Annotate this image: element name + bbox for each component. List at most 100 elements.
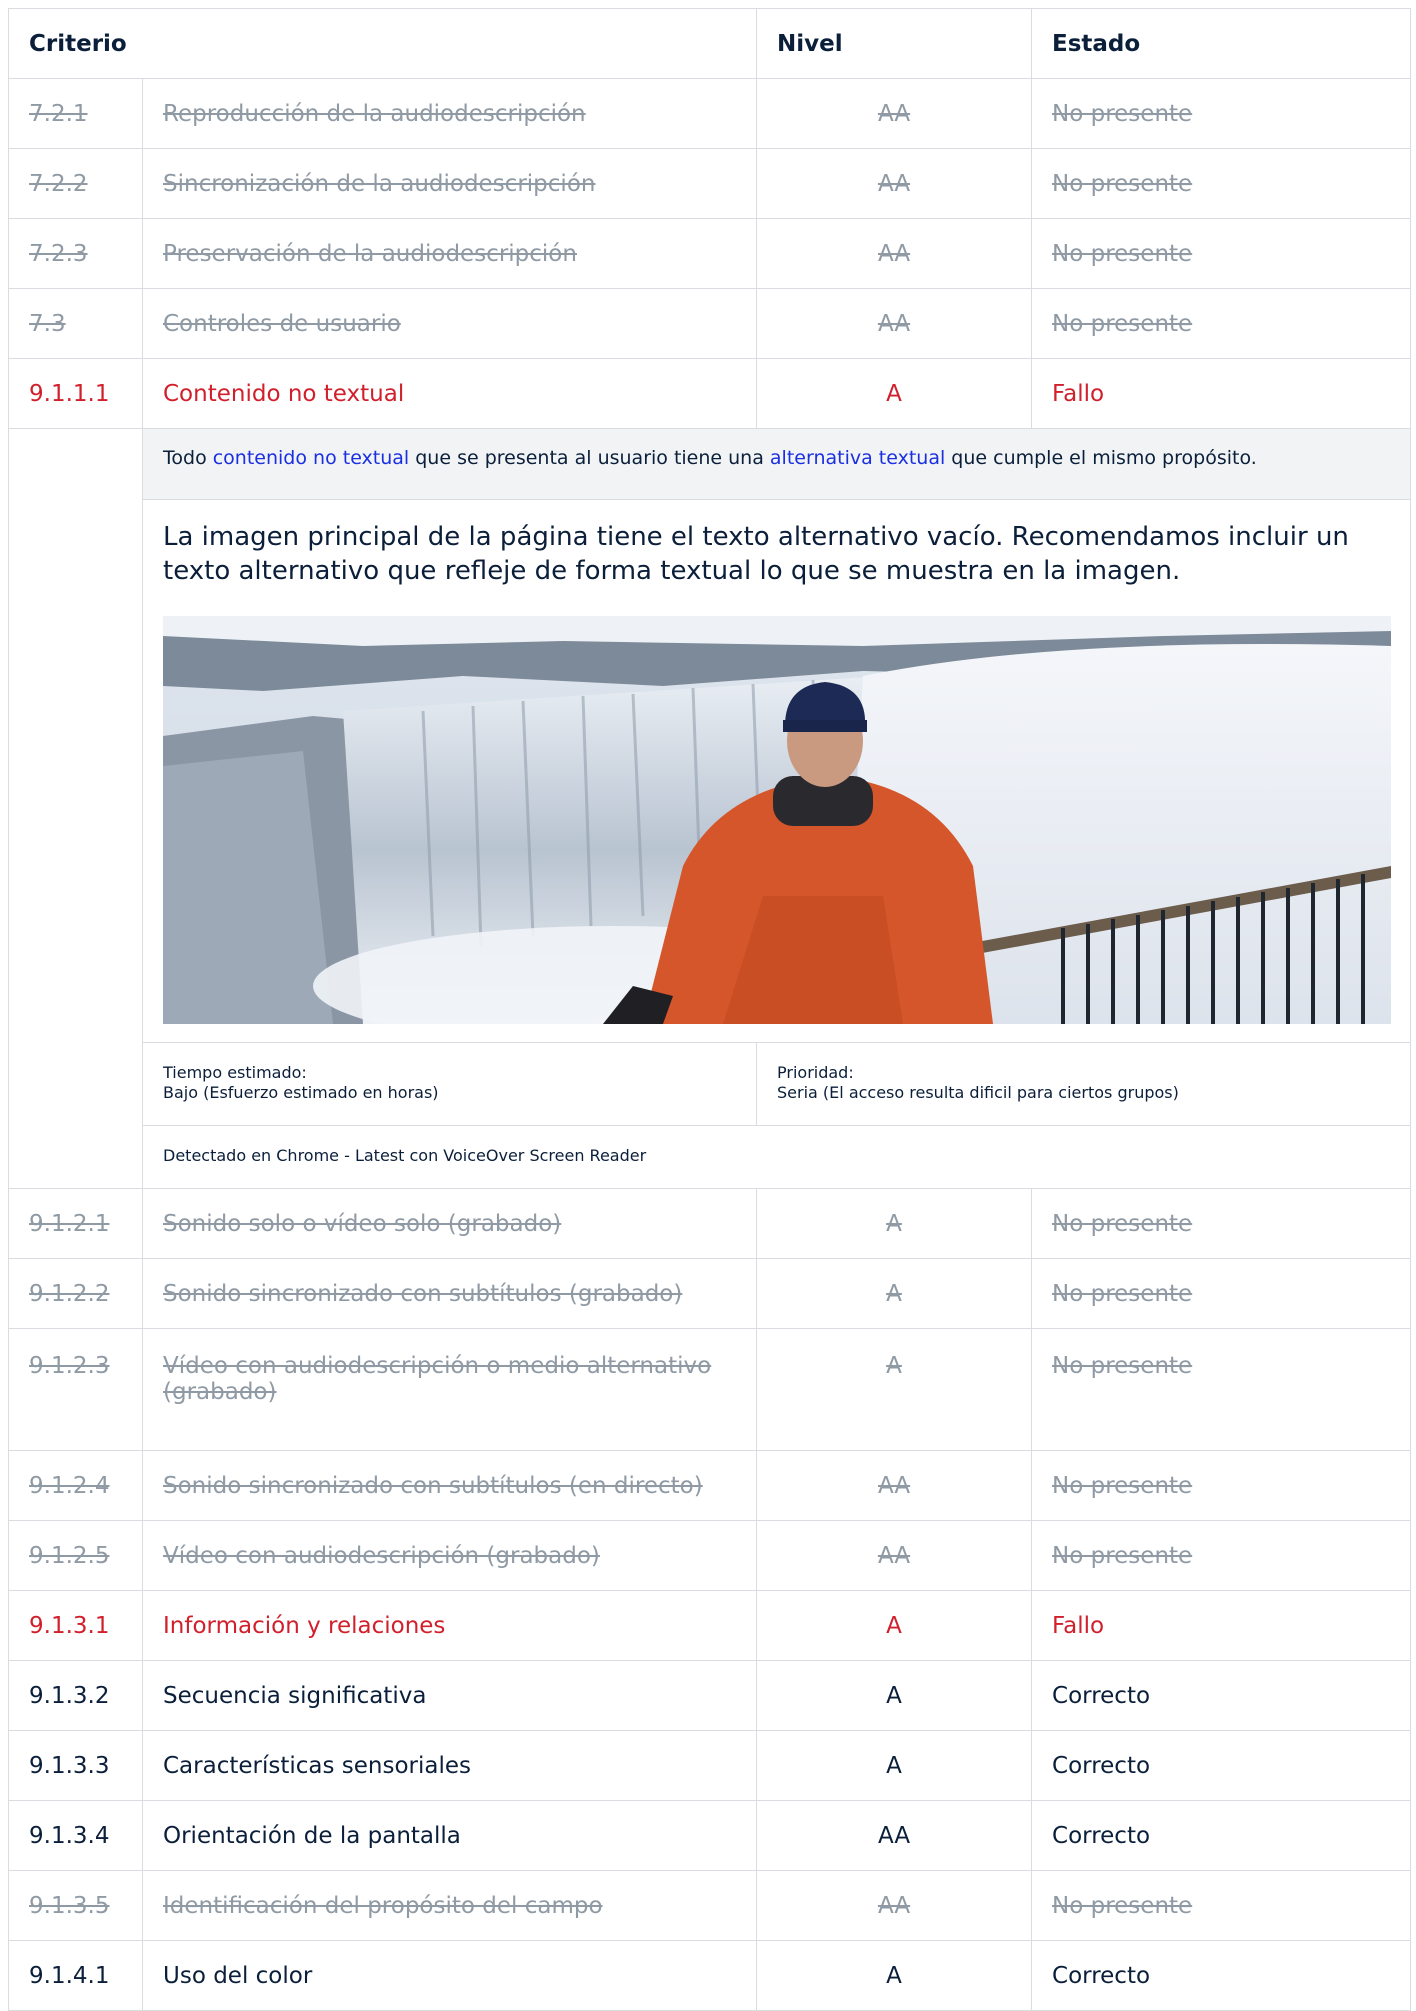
criterion-status: Correcto [1031, 1800, 1412, 1871]
waterfall-photo [163, 616, 1391, 1024]
table-row: 9.1.3.3 Características sensoriales A Co… [8, 1730, 1412, 1801]
criterion-level: A [756, 1328, 1033, 1451]
screenshot-image-cell [141, 616, 1412, 1043]
header-estado: Estado [1031, 8, 1412, 79]
criterion-id: 9.1.2.3 [8, 1328, 143, 1451]
criterion-id: 9.1.2.5 [8, 1520, 143, 1591]
criterion-status: No presente [1031, 78, 1412, 149]
detail-spacer [8, 1125, 143, 1189]
table-row: 9.1.3.2 Secuencia significativa A Correc… [8, 1660, 1412, 1731]
criterion-name: Sincronización de la audiodescripción [141, 148, 758, 219]
criterion-id: 9.1.2.4 [8, 1450, 143, 1521]
table-row: 9.1.3.5 Identificación del propósito del… [8, 1870, 1412, 1941]
criterion-name: Sonido sincronizado con subtítulos (en d… [141, 1450, 758, 1521]
criterion-level: A [756, 1258, 1033, 1329]
priority-value: Seria (El acceso resulta dificil para ci… [777, 1083, 1179, 1102]
detail-image-row [8, 616, 1412, 1043]
detail-meta-row: Tiempo estimado: Bajo (Esfuerzo estimado… [8, 1042, 1412, 1126]
criterion-status: Fallo [1031, 1590, 1412, 1661]
criterion-level: AA [756, 78, 1033, 149]
criterion-name: Vídeo con audiodescripción o medio alter… [141, 1328, 758, 1451]
detail-spacer [8, 428, 143, 500]
criterion-id: 7.2.1 [8, 78, 143, 149]
criterion-id: 9.1.3.5 [8, 1870, 143, 1941]
criterion-name: Identificación del propósito del campo [141, 1870, 758, 1941]
criterion-id: 9.1.2.2 [8, 1258, 143, 1329]
table-row: 9.1.2.3 Vídeo con audiodescripción o med… [8, 1328, 1412, 1451]
criterion-name: Sonido sincronizado con subtítulos (grab… [141, 1258, 758, 1329]
description-text: Todo [163, 447, 213, 469]
criterion-name: Sonido solo o vídeo solo (grabado) [141, 1188, 758, 1259]
criterion-id: 9.1.1.1 [8, 358, 143, 429]
criterion-id: 9.1.2.1 [8, 1188, 143, 1259]
table-row: 7.2.1 Reproducción de la audiodescripció… [8, 78, 1412, 149]
criterion-name: Secuencia significativa [141, 1660, 758, 1731]
criterion-level: A [756, 1730, 1033, 1801]
criterion-level: A [756, 1590, 1033, 1661]
criterion-level: AA [756, 1450, 1033, 1521]
table-row: 9.1.3.4 Orientación de la pantalla AA Co… [8, 1800, 1412, 1871]
criterion-status: No presente [1031, 1450, 1412, 1521]
criterion-name: Vídeo con audiodescripción (grabado) [141, 1520, 758, 1591]
table-row: 7.2.3 Preservación de la audiodescripció… [8, 218, 1412, 289]
criterion-name: Contenido no textual [141, 358, 758, 429]
criterion-level: AA [756, 288, 1033, 359]
criterion-level: A [756, 1940, 1033, 2011]
criterion-level: A [756, 1660, 1033, 1731]
criterion-id: 9.1.3.3 [8, 1730, 143, 1801]
criterion-name: Características sensoriales [141, 1730, 758, 1801]
criterion-id: 9.1.3.1 [8, 1590, 143, 1661]
table-row-expanded[interactable]: 9.1.1.1 Contenido no textual A Fallo [8, 358, 1412, 429]
criterion-name: Preservación de la audiodescripción [141, 218, 758, 289]
criterion-status: No presente [1031, 1870, 1412, 1941]
criterion-id: 7.2.2 [8, 148, 143, 219]
criterion-name: Información y relaciones [141, 1590, 758, 1661]
criterion-id: 7.2.3 [8, 218, 143, 289]
priority: Prioridad: Seria (El acceso resulta difi… [756, 1042, 1412, 1126]
table-row: 9.1.4.1 Uso del color A Correcto [8, 1940, 1412, 2011]
criterion-status: No presente [1031, 218, 1412, 289]
priority-label: Prioridad: [777, 1063, 854, 1082]
table-row[interactable]: 9.1.3.1 Información y relaciones A Fallo [8, 1590, 1412, 1661]
criterion-id: 9.1.4.1 [8, 1940, 143, 2011]
detected-environment: Detectado en Chrome - Latest con VoiceOv… [141, 1125, 1412, 1189]
description-text: que cumple el mismo propósito. [945, 447, 1257, 469]
table-row: 9.1.2.5 Vídeo con audiodescripción (grab… [8, 1520, 1412, 1591]
criterion-status: Fallo [1031, 358, 1412, 429]
header-criterio: Criterio [7, 8, 758, 79]
criteria-table: Criterio Nivel Estado 7.2.1 Reproducción… [7, 8, 1412, 2011]
criterion-level: AA [756, 1800, 1033, 1871]
criterion-status: No presente [1031, 148, 1412, 219]
criterion-status: Correcto [1031, 1940, 1412, 2011]
link-contenido-no-textual[interactable]: contenido no textual [213, 447, 409, 469]
detail-spacer [8, 499, 143, 616]
criterion-status: No presente [1031, 288, 1412, 359]
table-header: Criterio Nivel Estado [7, 8, 1412, 79]
table-row: 9.1.2.4 Sonido sincronizado con subtítul… [8, 1450, 1412, 1521]
criterion-id: 7.3 [8, 288, 143, 359]
criterion-name: Uso del color [141, 1940, 758, 2011]
criterion-level: A [756, 358, 1033, 429]
criterion-name: Reproducción de la audiodescripción [141, 78, 758, 149]
estimated-time-value: Bajo (Esfuerzo estimado en horas) [163, 1083, 439, 1102]
criterion-status: No presente [1031, 1520, 1412, 1591]
criterion-status: No presente [1031, 1258, 1412, 1329]
criterion-status: Correcto [1031, 1660, 1412, 1731]
criterion-name: Orientación de la pantalla [141, 1800, 758, 1871]
estimated-time: Tiempo estimado: Bajo (Esfuerzo estimado… [141, 1042, 758, 1126]
criterion-id: 9.1.3.2 [8, 1660, 143, 1731]
criterion-level: AA [756, 218, 1033, 289]
description-text: que se presenta al usuario tiene una [409, 447, 770, 469]
criterion-level: AA [756, 148, 1033, 219]
criterion-name: Controles de usuario [141, 288, 758, 359]
criterion-id: 9.1.3.4 [8, 1800, 143, 1871]
criterion-status: No presente [1031, 1188, 1412, 1259]
criterion-description: Todo contenido no textual que se present… [141, 428, 1412, 500]
estimated-time-label: Tiempo estimado: [163, 1063, 307, 1082]
criterion-level: A [756, 1188, 1033, 1259]
table-row: 7.2.2 Sincronización de la audiodescripc… [8, 148, 1412, 219]
criterion-level: AA [756, 1520, 1033, 1591]
issue-note: La imagen principal de la página tiene e… [141, 499, 1412, 616]
table-row: 7.3 Controles de usuario AA No presente [8, 288, 1412, 359]
link-alternativa-textual[interactable]: alternativa textual [770, 447, 945, 469]
